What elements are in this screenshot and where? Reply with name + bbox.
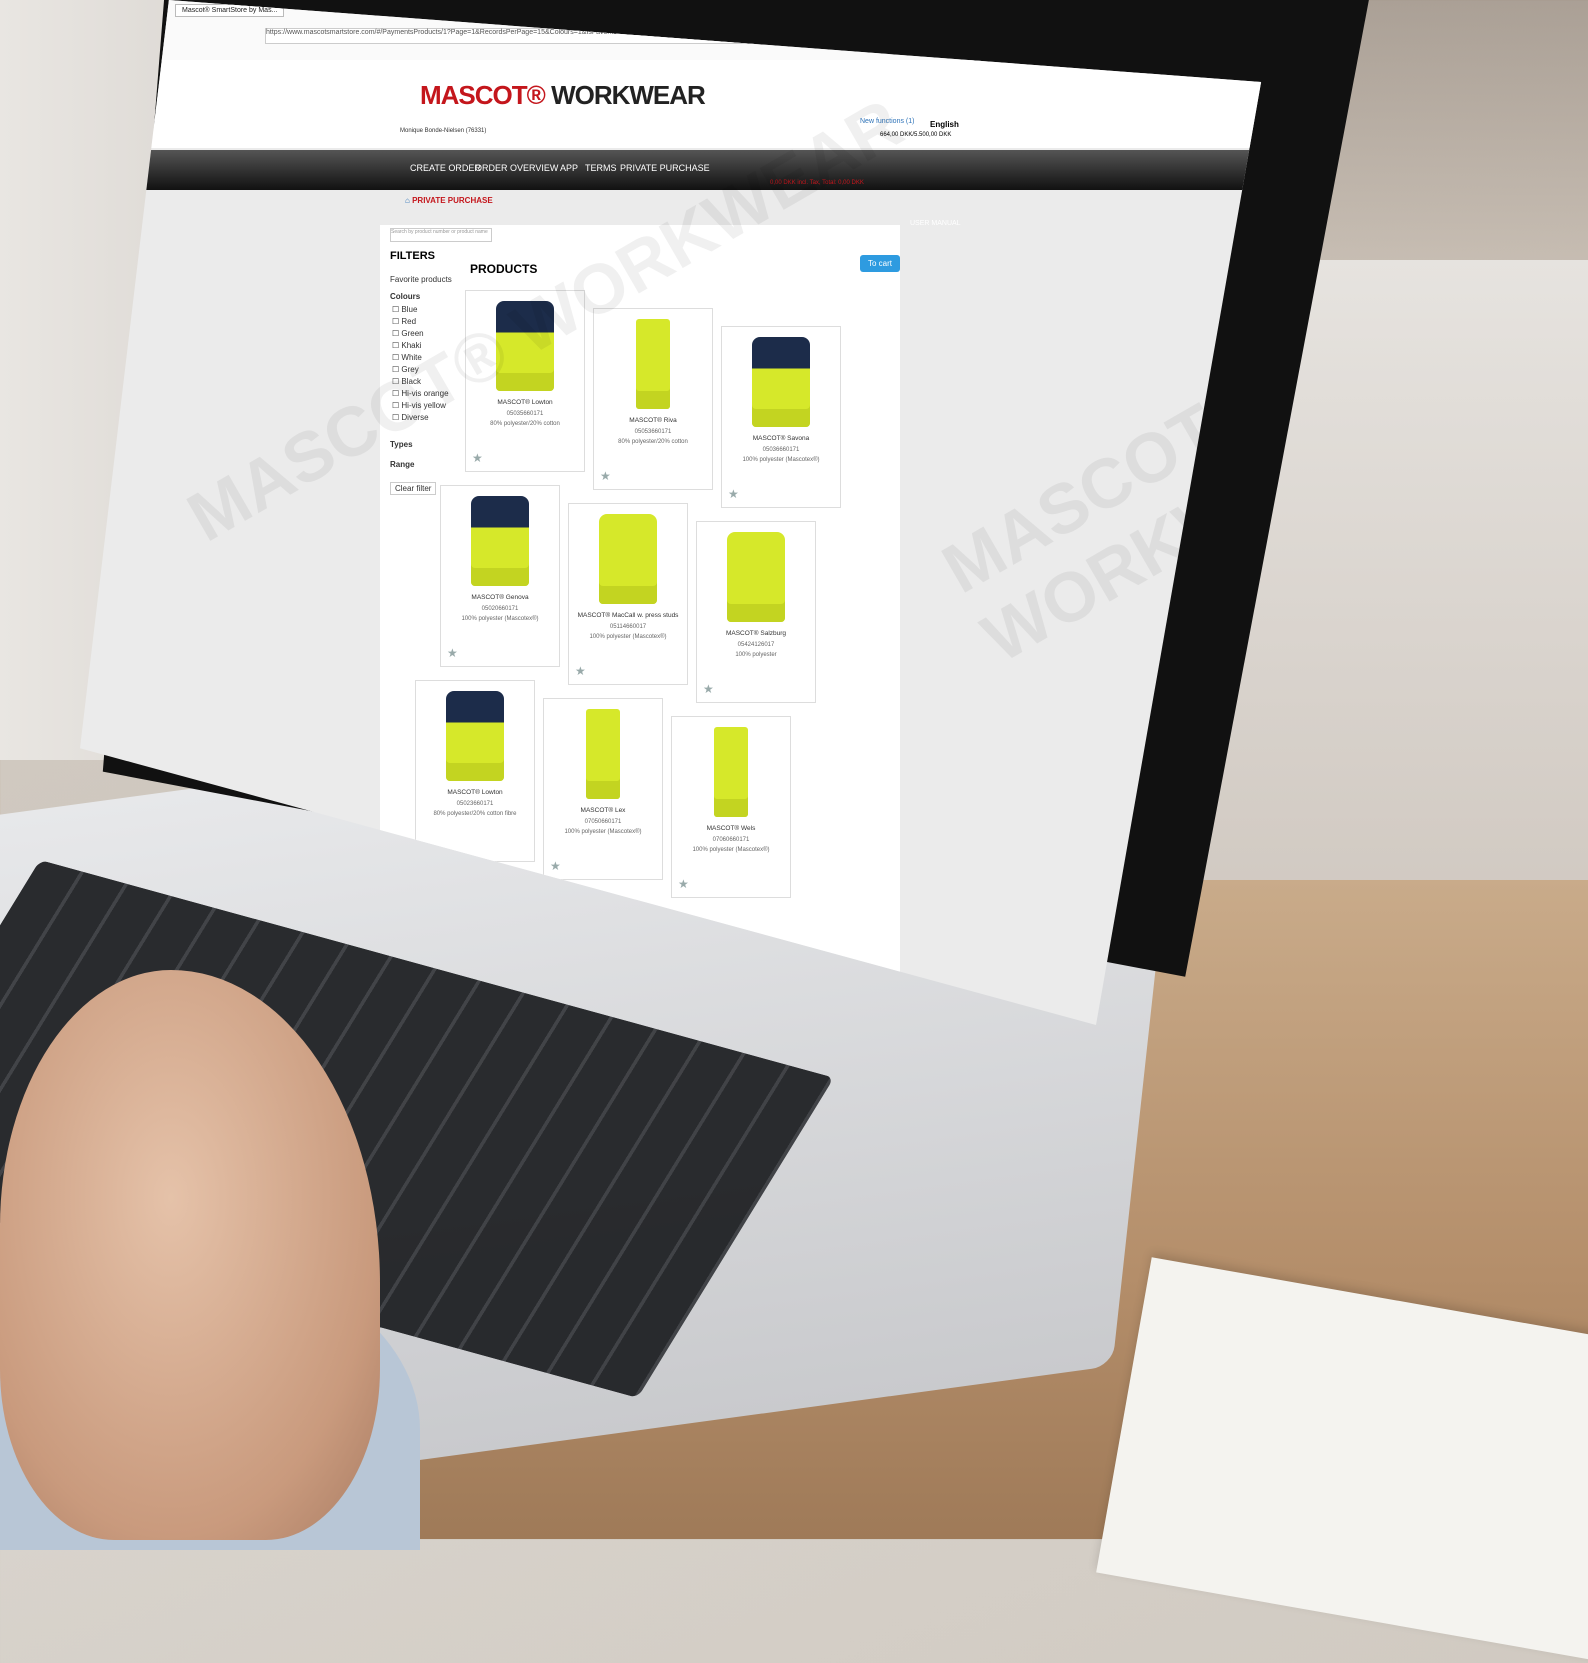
favorite-star-icon[interactable]: ★ <box>575 664 586 678</box>
product-card[interactable]: MASCOT® Lowton 05023660171 80% polyester/2… <box>415 680 535 862</box>
logo-brand: MASCOT® <box>420 80 546 110</box>
nav-terms[interactable]: TERMS <box>585 163 617 173</box>
product-material: 80% polyester/20% cotton fibre <box>433 811 517 817</box>
favorite-star-icon[interactable]: ★ <box>550 859 561 873</box>
favorite-star-icon[interactable]: ★ <box>703 682 714 696</box>
favorite-star-icon[interactable]: ★ <box>472 451 483 465</box>
product-number: 05023660171 <box>456 801 494 807</box>
nav-create-order[interactable]: CREATE ORDER <box>410 163 481 173</box>
nav-private-purchase[interactable]: PRIVATE PURCHASE <box>620 163 710 173</box>
product-material: 100% polyester (Mascotex®) <box>742 457 820 463</box>
product-number: 05035660171 <box>506 411 544 417</box>
product-material: 80% polyester/20% cotton <box>490 421 560 427</box>
product-card[interactable]: MASCOT® Lex 07050660171 100% polyester (Ma… <box>543 698 663 880</box>
home-icon[interactable]: ⌂ <box>405 196 410 205</box>
product-name: MASCOT® Riva <box>629 417 677 424</box>
product-image[interactable] <box>446 691 504 781</box>
product-card[interactable]: MASCOT® MacCall w. press studs 0511466001… <box>568 503 688 685</box>
user-manual-link[interactable]: USER MANUAL <box>910 220 961 227</box>
product-material: 100% polyester (Mascotex®) <box>564 829 642 835</box>
product-image[interactable] <box>471 496 529 586</box>
product-name: MASCOT® MacCall w. press studs <box>577 612 679 619</box>
product-name: MASCOT® Genova <box>471 594 529 601</box>
product-number: 07050660171 <box>584 819 622 825</box>
product-image[interactable] <box>752 337 810 427</box>
product-material: 100% polyester <box>735 652 777 658</box>
colour-option[interactable]: ☐ Red <box>392 317 416 326</box>
product-material: 80% polyester/20% cotton <box>618 439 688 445</box>
product-card[interactable]: MASCOT® Genova 05020660171 100% polyester … <box>440 485 560 667</box>
product-number: 05424126017 <box>737 642 775 648</box>
product-image[interactable] <box>586 709 620 799</box>
product-material: 100% polyester (Mascotex®) <box>589 634 667 640</box>
product-name: MASCOT® Salzburg <box>725 630 787 637</box>
product-name: MASCOT® Wels <box>706 825 756 832</box>
clear-filter-button[interactable]: Clear filter <box>390 482 437 495</box>
colour-option[interactable]: ☐ Green <box>392 329 424 338</box>
product-material: 100% polyester (Mascotex®) <box>461 616 539 622</box>
product-name: MASCOT® Lowton <box>447 789 503 796</box>
mascot-logo[interactable]: MASCOT® WORKWEAR <box>420 80 706 111</box>
product-material: 100% polyester (Mascotex®) <box>692 847 770 853</box>
language-select[interactable]: English <box>930 120 959 129</box>
favorite-star-icon[interactable]: ★ <box>447 646 458 660</box>
nav-app[interactable]: APP <box>560 163 578 173</box>
product-card[interactable]: MASCOT® Wels 07060660171 100% polyester (M… <box>671 716 791 898</box>
product-number: 05036660171 <box>762 447 800 453</box>
product-name: MASCOT® Lex <box>580 807 626 814</box>
breadcrumb-label: PRIVATE PURCHASE <box>412 196 493 205</box>
product-number: 05114660017 <box>609 624 647 630</box>
product-card[interactable]: MASCOT® Savona 05036660171 100% polyester … <box>721 326 841 508</box>
favorites-checkbox[interactable]: Favorite products <box>390 275 452 284</box>
user-name: Monique Bonde-Nielsen (76331) <box>400 128 487 134</box>
range-label[interactable]: Range <box>390 460 414 469</box>
colour-option[interactable]: ☐ Blue <box>392 305 417 314</box>
favorite-star-icon[interactable]: ★ <box>678 877 689 891</box>
product-name: MASCOT® Savona <box>752 435 810 442</box>
filters-title: FILTERS <box>390 250 436 262</box>
product-image[interactable] <box>727 532 785 622</box>
product-number: 07060660171 <box>712 837 750 843</box>
colours-label[interactable]: Colours <box>390 292 420 301</box>
product-name: MASCOT® Lowton <box>497 399 553 406</box>
product-card[interactable]: MASCOT® Riva 05053660171 80% polyester/20%… <box>593 308 713 490</box>
favorite-star-icon[interactable]: ★ <box>600 469 611 483</box>
search-input[interactable]: Search by product number or product name <box>390 228 492 242</box>
logo-word: WORKWEAR <box>551 80 706 110</box>
favorite-star-icon[interactable]: ★ <box>728 487 739 501</box>
breadcrumb[interactable]: ⌂ PRIVATE PURCHASE <box>405 196 493 205</box>
product-number: 05020660171 <box>481 606 519 612</box>
products-title: PRODUCTS <box>470 262 538 276</box>
product-card[interactable]: MASCOT® Salzburg 05424126017 100% polyeste… <box>696 521 816 703</box>
product-image[interactable] <box>714 727 748 817</box>
product-number: 05053660171 <box>634 429 672 435</box>
to-cart-button[interactable]: To cart <box>860 255 901 272</box>
product-image[interactable] <box>599 514 657 604</box>
product-image[interactable] <box>636 319 670 409</box>
nav-order-overview[interactable]: ORDER OVERVIEW <box>475 163 558 173</box>
